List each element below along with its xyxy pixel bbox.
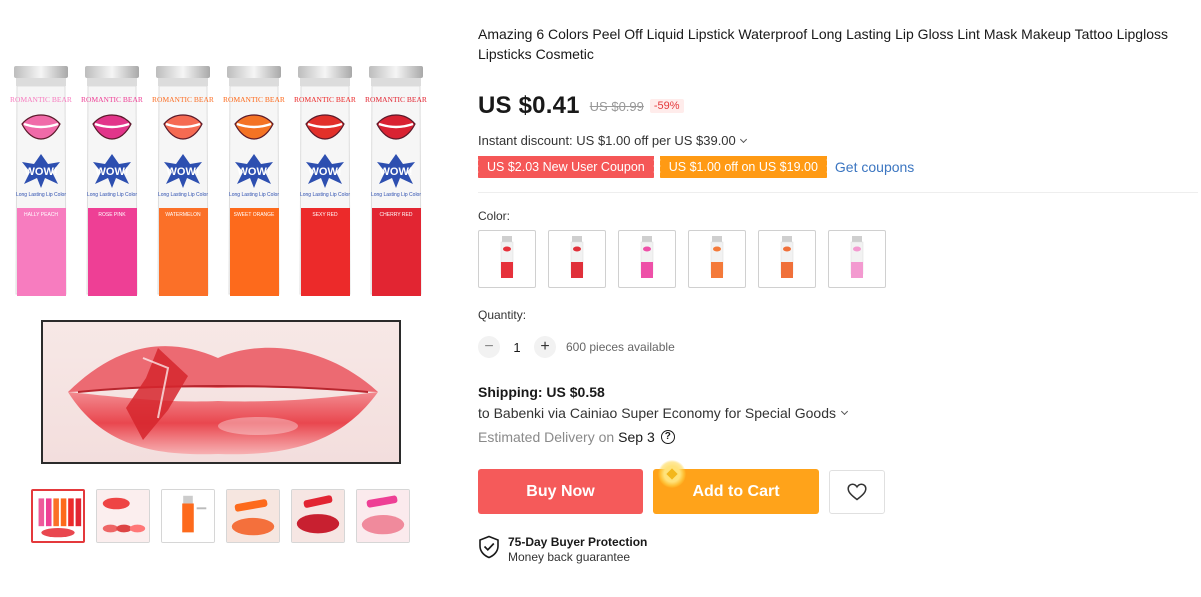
action-buttons: Buy Now Add to Cart <box>478 460 1198 514</box>
tube-subtitle-text: Long Lasting Lip Color <box>16 192 66 198</box>
product-gallery: ROMANTIC BEAR WOW! Long Lasting Lip Color H… <box>0 0 460 597</box>
lipstick-tube: ROMANTIC BEAR WOW! Long Lasting Lip Color S… <box>223 66 285 296</box>
divider <box>478 192 1198 193</box>
tube-subtitle-text: Long Lasting Lip Color <box>158 192 208 198</box>
tube-brand-text: ROMANTIC BEAR <box>152 95 214 104</box>
product-info: Amazing 6 Colors Peel Off Liquid Lipstic… <box>476 24 1198 565</box>
tube-wow-text: WOW! <box>380 166 413 178</box>
color-swatch[interactable] <box>828 230 886 288</box>
thumbnail-single-tube[interactable] <box>161 489 215 543</box>
protection-subtitle: Money back guarantee <box>508 550 631 564</box>
thumbnail-strip <box>31 489 410 543</box>
lips-closeup-image <box>41 320 401 464</box>
tube-shade-text: SWEET ORANGE <box>234 212 275 218</box>
discount-badge: -59% <box>649 99 684 113</box>
tube-brand-text: ROMANTIC BEAR <box>10 95 72 104</box>
get-coupons-link[interactable]: Get coupons <box>835 159 914 175</box>
color-swatch[interactable] <box>758 230 816 288</box>
tube-wow-text: WOW! <box>96 166 129 178</box>
chevron-down-icon <box>739 136 749 146</box>
instant-discount-text: Instant discount: US $1.00 off per US $3… <box>478 133 736 148</box>
quantity-decrease-button[interactable]: − <box>478 336 500 358</box>
estimated-delivery: Estimated Delivery on Sep 3 ? <box>478 429 1198 445</box>
current-price: US $0.41 <box>478 92 580 119</box>
color-label: Color: <box>478 209 511 223</box>
heart-icon <box>847 482 867 500</box>
quantity-increase-button[interactable]: + <box>534 336 556 358</box>
swatch-tube-image <box>710 236 724 278</box>
color-swatch[interactable] <box>548 230 606 288</box>
chevron-down-icon <box>840 408 850 418</box>
lipstick-tube: ROMANTIC BEAR WOW! Long Lasting Lip Color R… <box>81 66 143 296</box>
swatch-tube-image <box>640 236 654 278</box>
tube-brand-text: ROMANTIC BEAR <box>294 95 356 104</box>
shipping-route[interactable]: to Babenki via Cainiao Super Economy for… <box>478 405 1198 421</box>
protection-title: 75-Day Buyer Protection <box>508 535 648 549</box>
store-coupon[interactable]: US $1.00 off on US $19.00 <box>657 156 827 178</box>
delivery-label: Estimated Delivery on <box>478 429 615 445</box>
quantity-label: Quantity: <box>478 308 527 322</box>
delivery-date: Sep 3 <box>618 429 655 445</box>
thumbnail-pink-lips[interactable] <box>356 489 410 543</box>
tube-brand-text: ROMANTIC BEAR <box>223 95 285 104</box>
swatch-tube-image <box>780 236 794 278</box>
shield-check-icon <box>479 535 499 559</box>
wishlist-button[interactable] <box>829 469 885 514</box>
tube-subtitle-text: Long Lasting Lip Color <box>300 192 350 198</box>
tube-subtitle-text: Long Lasting Lip Color <box>87 192 137 198</box>
add-to-cart-button[interactable]: Add to Cart <box>653 460 819 514</box>
tube-wow-text: WOW! <box>167 166 200 178</box>
thumbnail-lipstick-set[interactable] <box>31 489 85 543</box>
tube-shade-text: HALLY PEACH <box>24 212 58 218</box>
sparkle-icon <box>658 460 686 488</box>
price-row: US $0.41 US $0.99 -59% <box>478 91 1198 121</box>
quantity-stepper: − 1 + 600 pieces available <box>478 336 1198 358</box>
thumbnail-red-lips[interactable] <box>291 489 345 543</box>
product-title: Amazing 6 Colors Peel Off Liquid Lipstic… <box>478 26 1168 62</box>
shipping-cost: Shipping: US $0.58 <box>478 384 605 400</box>
tube-shade-text: ROSE PINK <box>98 212 126 218</box>
tube-wow-text: WOW! <box>25 166 58 178</box>
swatch-tube-image <box>500 236 514 278</box>
tube-brand-text: ROMANTIC BEAR <box>81 95 143 104</box>
lipstick-tube: ROMANTIC BEAR WOW! Long Lasting Lip Color W… <box>152 66 214 296</box>
tube-shade-text: CHERRY RED <box>380 212 413 218</box>
lipstick-tube: ROMANTIC BEAR WOW! Long Lasting Lip Color S… <box>294 66 356 296</box>
coupon-row: US $2.03 New User Coupon US $1.00 off on… <box>476 156 1198 178</box>
swatch-tube-image <box>570 236 584 278</box>
swatch-tube-image <box>850 236 864 278</box>
protection-text: 75-Day Buyer Protection Money back guara… <box>508 535 647 565</box>
thumbnail-orange-lips[interactable] <box>226 489 280 543</box>
tube-brand-text: ROMANTIC BEAR <box>365 95 427 104</box>
buyer-protection: 75-Day Buyer Protection Money back guara… <box>478 535 1198 565</box>
add-to-cart-label: Add to Cart <box>692 482 780 500</box>
tube-wow-text: WOW! <box>309 166 342 178</box>
color-swatch[interactable] <box>688 230 746 288</box>
color-swatch[interactable] <box>618 230 676 288</box>
quantity-value[interactable]: 1 <box>500 340 534 355</box>
lipstick-tubes: ROMANTIC BEAR WOW! Long Lasting Lip Color H… <box>10 66 427 296</box>
shipping-route-text: to Babenki via Cainiao Super Economy for… <box>478 405 836 421</box>
tube-shade-text: SEXY RED <box>312 212 338 218</box>
tube-subtitle-text: Long Lasting Lip Color <box>229 192 279 198</box>
tube-shade-text: WATERMELON <box>165 212 201 218</box>
original-price: US $0.99 <box>589 98 644 114</box>
tube-wow-text: WOW! <box>238 166 271 178</box>
product-photo: ROMANTIC BEAR WOW! Long Lasting Lip Color H… <box>10 66 427 464</box>
thumbnail-lips-swatches[interactable] <box>96 489 150 543</box>
help-icon[interactable]: ? <box>660 430 675 444</box>
tube-subtitle-text: Long Lasting Lip Color <box>371 192 421 198</box>
buy-now-button[interactable]: Buy Now <box>478 469 643 514</box>
lipstick-tube: ROMANTIC BEAR WOW! Long Lasting Lip Color C… <box>365 66 427 296</box>
instant-discount[interactable]: Instant discount: US $1.00 off per US $3… <box>478 133 1198 148</box>
color-swatches <box>478 230 1198 288</box>
pieces-available: 600 pieces available <box>566 340 675 354</box>
lipstick-tube: ROMANTIC BEAR WOW! Long Lasting Lip Color H… <box>10 66 72 296</box>
new-user-coupon[interactable]: US $2.03 New User Coupon <box>476 156 654 178</box>
main-product-image[interactable]: ROMANTIC BEAR WOW! Long Lasting Lip Color H… <box>8 58 452 470</box>
color-swatch[interactable] <box>478 230 536 288</box>
